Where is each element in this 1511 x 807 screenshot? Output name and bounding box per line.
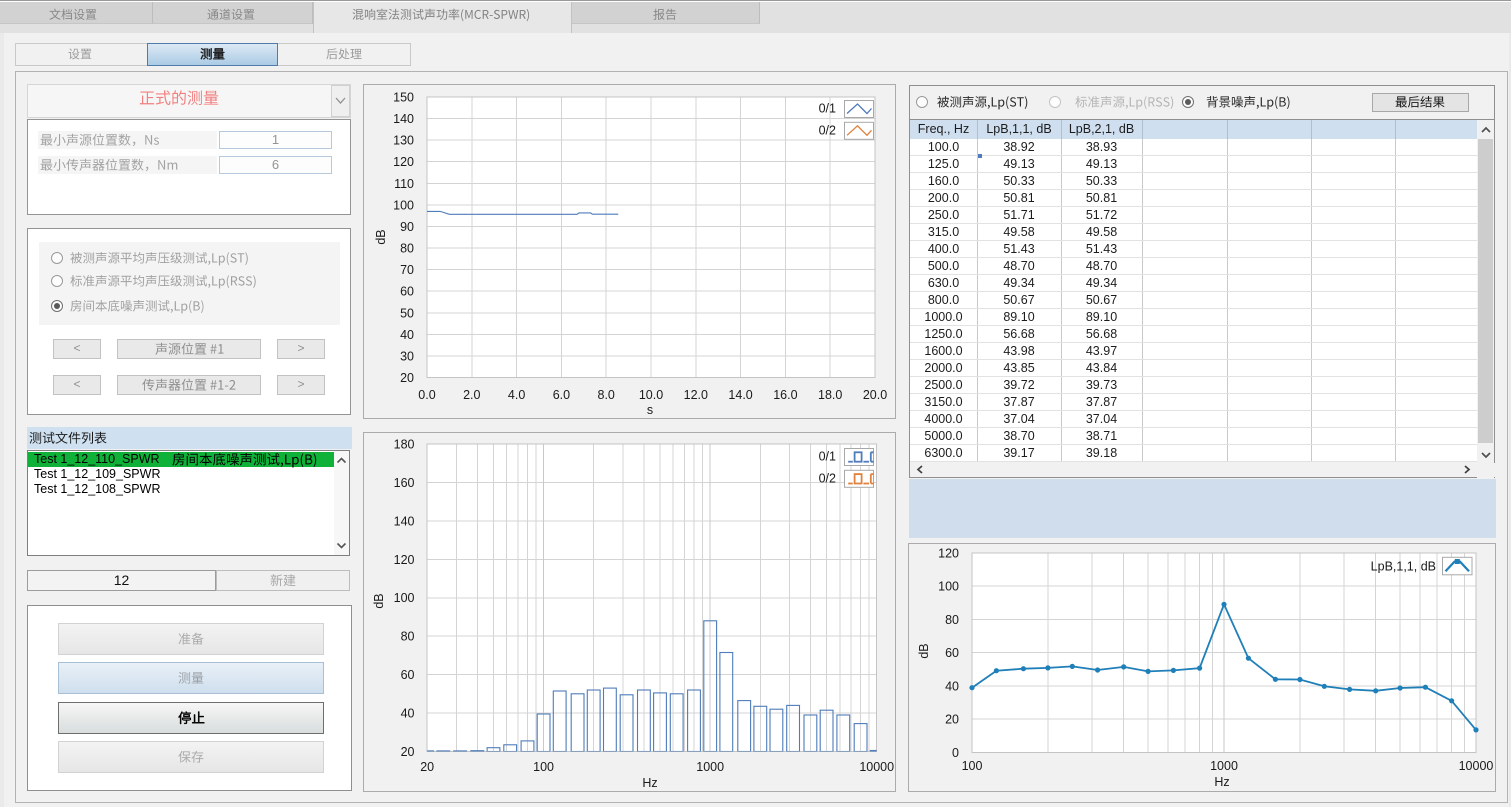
svg-text:0/1: 0/1 bbox=[819, 450, 836, 464]
svg-text:100: 100 bbox=[938, 580, 959, 594]
svg-text:100: 100 bbox=[394, 591, 415, 605]
svg-text:60: 60 bbox=[401, 668, 415, 682]
svg-text:30: 30 bbox=[400, 349, 414, 363]
svg-text:10.0: 10.0 bbox=[639, 388, 663, 402]
svg-text:Hz: Hz bbox=[642, 776, 657, 790]
svg-text:8.0: 8.0 bbox=[598, 388, 615, 402]
svg-text:18.0: 18.0 bbox=[818, 388, 842, 402]
svg-text:14.0: 14.0 bbox=[728, 388, 752, 402]
svg-text:70: 70 bbox=[400, 263, 414, 277]
svg-text:6.0: 6.0 bbox=[553, 388, 570, 402]
svg-text:20: 20 bbox=[420, 760, 434, 774]
svg-text:1000: 1000 bbox=[696, 760, 724, 774]
svg-text:80: 80 bbox=[945, 613, 959, 627]
svg-text:120: 120 bbox=[394, 553, 415, 567]
svg-text:2.0: 2.0 bbox=[463, 388, 480, 402]
svg-text:80: 80 bbox=[401, 630, 415, 644]
svg-text:120: 120 bbox=[938, 547, 959, 561]
svg-text:0/2: 0/2 bbox=[819, 472, 836, 486]
svg-text:0/2: 0/2 bbox=[819, 124, 836, 138]
svg-text:140: 140 bbox=[393, 112, 414, 126]
svg-text:130: 130 bbox=[393, 134, 414, 148]
svg-text:dB: dB bbox=[917, 643, 931, 658]
svg-text:4.0: 4.0 bbox=[508, 388, 525, 402]
svg-text:60: 60 bbox=[945, 646, 959, 660]
svg-text:100: 100 bbox=[533, 760, 554, 774]
svg-text:40: 40 bbox=[400, 328, 414, 342]
svg-text:Hz: Hz bbox=[1214, 775, 1229, 789]
svg-text:50: 50 bbox=[400, 306, 414, 320]
svg-text:0: 0 bbox=[952, 746, 959, 760]
svg-text:100: 100 bbox=[393, 198, 414, 212]
svg-text:0/1: 0/1 bbox=[819, 101, 836, 115]
svg-text:10000: 10000 bbox=[1459, 759, 1494, 773]
svg-text:20.0: 20.0 bbox=[863, 388, 887, 402]
svg-text:160: 160 bbox=[394, 476, 415, 490]
svg-text:140: 140 bbox=[394, 514, 415, 528]
svg-text:80: 80 bbox=[400, 242, 414, 256]
svg-text:180: 180 bbox=[394, 438, 415, 452]
svg-text:dB: dB bbox=[372, 593, 386, 608]
svg-text:LpB,1,1, dB: LpB,1,1, dB bbox=[1371, 560, 1436, 574]
svg-text:12.0: 12.0 bbox=[684, 388, 708, 402]
svg-text:100: 100 bbox=[962, 759, 983, 773]
svg-text:40: 40 bbox=[401, 707, 415, 721]
svg-text:20: 20 bbox=[401, 745, 415, 759]
svg-text:16.0: 16.0 bbox=[773, 388, 797, 402]
svg-text:20: 20 bbox=[400, 371, 414, 385]
svg-text:0.0: 0.0 bbox=[418, 388, 435, 402]
svg-text:110: 110 bbox=[394, 177, 414, 191]
svg-text:s: s bbox=[647, 403, 653, 417]
svg-text:120: 120 bbox=[393, 155, 414, 169]
svg-text:40: 40 bbox=[945, 679, 959, 693]
svg-text:dB: dB bbox=[374, 229, 388, 244]
svg-text:10000: 10000 bbox=[859, 760, 894, 774]
svg-text:20: 20 bbox=[945, 713, 959, 727]
svg-text:1000: 1000 bbox=[1210, 759, 1238, 773]
svg-text:60: 60 bbox=[400, 285, 414, 299]
svg-text:150: 150 bbox=[393, 91, 414, 105]
svg-text:90: 90 bbox=[400, 220, 414, 234]
